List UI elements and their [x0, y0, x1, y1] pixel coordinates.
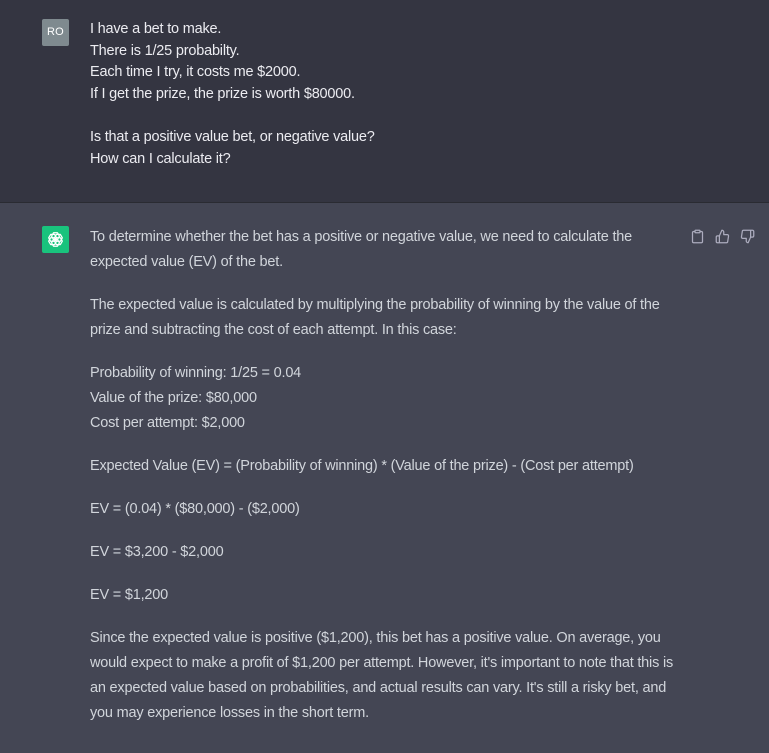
calc-step-1: EV = (0.04) * ($80,000) - ($2,000) [90, 501, 300, 517]
openai-logo-icon [42, 226, 69, 253]
value-prize: Value of the prize: $80,000 [90, 390, 257, 406]
values-list: Probability of winning: 1/25 = 0.04 Valu… [90, 361, 680, 436]
formula: Expected Value (EV) = (Probability of wi… [90, 458, 634, 474]
user-message: RO I have a bet to make. There is 1/25 p… [0, 0, 769, 203]
assistant-message-text: To determine whether the bet has a posit… [90, 225, 680, 744]
user-message-line: There is 1/25 probabilty. [90, 42, 240, 59]
user-message-line [90, 105, 730, 127]
message-actions [688, 227, 756, 245]
user-message-line: If I get the prize, the prize is worth $… [90, 85, 355, 102]
thumbs-up-icon[interactable] [713, 227, 731, 245]
value-cost: Cost per attempt: $2,000 [90, 415, 245, 431]
paragraph-method: The expected value is calculated by mult… [90, 297, 660, 338]
user-message-line: Each time I try, it costs me $2000. [90, 64, 301, 81]
user-message-line: Is that a positive value bet, or negativ… [90, 128, 375, 145]
user-message-text: I have a bet to make. There is 1/25 prob… [90, 19, 730, 170]
paragraph-intro: To determine whether the bet has a posit… [90, 229, 633, 270]
copy-icon[interactable] [688, 227, 706, 245]
paragraph-conclusion: Since the expected value is positive ($1… [90, 630, 674, 721]
thumbs-down-icon[interactable] [738, 227, 756, 245]
calc-step-2: EV = $3,200 - $2,000 [90, 544, 224, 560]
value-probability: Probability of winning: 1/25 = 0.04 [90, 365, 302, 381]
user-message-line: How can I calculate it? [90, 150, 231, 167]
calc-step-3: EV = $1,200 [90, 587, 169, 603]
assistant-message: To determine whether the bet has a posit… [0, 203, 769, 753]
user-avatar: RO [42, 19, 69, 46]
user-message-line: I have a bet to make. [90, 21, 222, 37]
